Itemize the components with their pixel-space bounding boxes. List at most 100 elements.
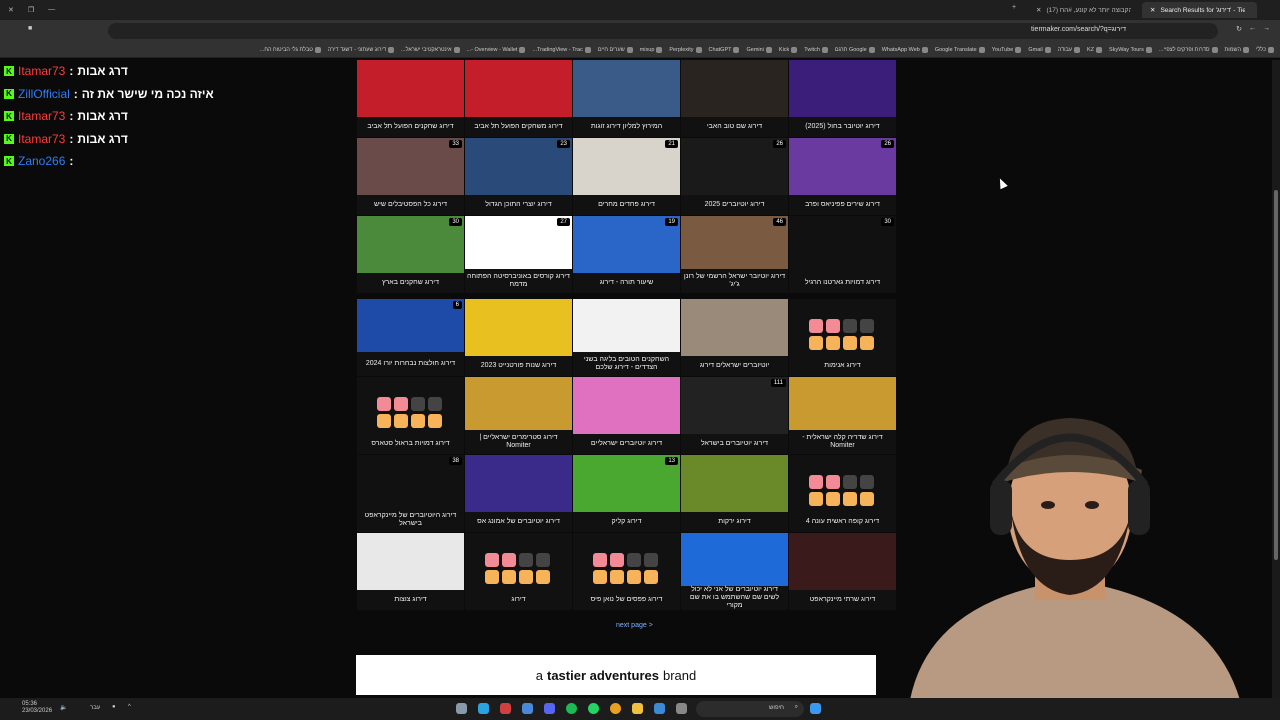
language-indicator[interactable]: עבר [90, 705, 100, 711]
bookmark-item[interactable]: SkyWay Tours [1109, 46, 1152, 53]
tierlist-card[interactable]: דירוג יוטיוברים של אמונג אס [465, 455, 572, 532]
bookmark-item[interactable]: כללי [1256, 46, 1274, 53]
forward-icon[interactable]: → [1263, 25, 1270, 32]
chat-username[interactable]: Itamar73 [18, 132, 65, 146]
reload-icon[interactable]: ↻ [1236, 25, 1242, 33]
tierlist-card[interactable]: דירוג אנימות [789, 299, 896, 376]
whatsapp-icon[interactable] [588, 703, 599, 714]
tierlist-card[interactable]: דירוג סטרימרים ישראליים | Nomiter [465, 377, 572, 454]
bookmark-item[interactable]: WhatsApp Web [882, 46, 928, 53]
chrome-icon[interactable] [610, 703, 621, 714]
chat-username[interactable]: Itamar73 [18, 64, 65, 78]
tierlist-card[interactable]: דירוג יוטיוברים של אני לא יכול לשים שם ש… [681, 533, 788, 610]
bookmark-item[interactable]: Gemini [746, 46, 772, 53]
tierlist-card[interactable]: 30 דירוג שחקנים בארץ [357, 216, 464, 293]
tierlist-card[interactable]: 6 דירוג חולצות נבחרות יורו 2024 [357, 299, 464, 376]
bookmark-item[interactable]: Perplexity [669, 46, 702, 53]
taskbar-search[interactable]: חיפוש ⌕ [696, 701, 804, 717]
mic-icon[interactable]: ● [112, 704, 116, 710]
bookmark-item[interactable]: השמות [1225, 46, 1250, 53]
chat-separator: : [69, 64, 74, 79]
tray-expand-icon[interactable]: ^ [128, 704, 131, 710]
tierlist-card[interactable]: 111 דירוג יוטיוברים בישראל [681, 377, 788, 454]
tierlist-card[interactable]: 23 דירוג יוצרי התוכן הגדול [465, 138, 572, 215]
bookmark-item[interactable]: ChatGPT [709, 46, 740, 53]
tierlist-card[interactable]: 46 דירוג יוטיובר ישראל הרשמי של רונן ג'יג… [681, 216, 788, 293]
tierlist-card[interactable]: 27 דירוג קורסים באוניברסיטה הפתוחה מדמח [465, 216, 572, 293]
tierlist-thumbnail [789, 60, 896, 118]
page-scrollbar[interactable] [1272, 60, 1280, 700]
tierlist-card[interactable]: 26 דירוג יוטיוברים 2025 [681, 138, 788, 215]
tierlist-card[interactable]: השחקנים הטובים בליגה בשני הצדדים - דירוג… [573, 299, 680, 376]
tierlist-card[interactable]: המירוץ למליון דירוג זוגות [573, 60, 680, 137]
bookmark-item[interactable]: טבלת גלי הביטוח הח... [260, 46, 321, 53]
bookmark-item[interactable]: Overview - Wallet -... [467, 46, 526, 53]
clock[interactable]: 05:36 23/03/2026 [22, 701, 52, 715]
tierlist-card[interactable]: דירוג פפסים של נואן פיס [573, 533, 680, 610]
bookmark-item[interactable]: Google Translate [935, 46, 985, 53]
notepad-icon[interactable] [522, 703, 533, 714]
bookmark-item[interactable]: YouTube [992, 46, 1022, 53]
chat-username[interactable]: ZillOfficial [18, 87, 70, 101]
bookmark-item[interactable]: KZ [1087, 46, 1103, 53]
tab-twitter[interactable]: ✕ (17) הקבוצה יותר לא קונע, #הח... [1028, 2, 1140, 18]
tierlist-card[interactable]: דירוג צוצות [357, 533, 464, 610]
tierlist-card[interactable]: 21 דירוג פחדים מחרים [573, 138, 680, 215]
tierlist-card[interactable]: דירוג שנות פורטנייט 2023 [465, 299, 572, 376]
spotify-icon[interactable] [566, 703, 577, 714]
tierlist-card[interactable]: דירוג דמויות בראול סטארס [357, 377, 464, 454]
settings-icon[interactable] [456, 703, 467, 714]
tierlist-card[interactable]: דירוג [465, 533, 572, 610]
tierlist-card[interactable]: דירוג שם טוב האבי [681, 60, 788, 137]
tier-count-badge: 33 [449, 140, 462, 148]
bookmark-item[interactable]: דירוג שעתוני - דשגד דירה [328, 46, 395, 53]
chat-username[interactable]: Itamar73 [18, 109, 65, 123]
telegram-icon[interactable] [478, 703, 489, 714]
bookmark-item[interactable]: סדרות ופרקים לצפיי... [1159, 46, 1218, 53]
tierlist-card[interactable]: יוטיוברים ישראלים דירוג [681, 299, 788, 376]
tierlist-card[interactable]: 19 שיעור תורה - דירוג [573, 216, 680, 293]
tierlist-card[interactable]: דירוג יוטיוברים ישראליים [573, 377, 680, 454]
tierlist-card[interactable]: דירוג ירקות [681, 455, 788, 532]
tierlist-card[interactable]: דירוג שחקנים הפועל תל אביב [357, 60, 464, 137]
extensions-icon[interactable]: ■ [28, 25, 32, 32]
bookmark-item[interactable]: Kick [779, 46, 798, 53]
file-explorer-icon[interactable] [632, 703, 643, 714]
bookmark-favicon-icon [791, 46, 798, 53]
tierlist-card[interactable]: דירוג משחקים הפועל תל אביב [465, 60, 572, 137]
tierlist-card[interactable]: 30 דירוג דמויות גארטנו הרגיל [789, 216, 896, 293]
close-tab-icon[interactable]: ✕ [1036, 6, 1041, 14]
new-tab-button[interactable]: + [1012, 4, 1016, 11]
tab-tiermaker[interactable]: ✕ Search Results for 'דירוג' - Tier... [1142, 2, 1257, 18]
chat-username[interactable]: Zano266 [18, 154, 65, 168]
bookmark-item[interactable]: Gmail [1028, 46, 1051, 53]
tierlist-card[interactable]: דירוג יוטיובר בחול (2025) [789, 60, 896, 137]
back-icon[interactable]: ← [1249, 25, 1256, 32]
bookmark-item[interactable]: אינטראקטיבי ישראל... [401, 46, 460, 53]
next-page-link[interactable]: next page > [616, 622, 653, 629]
bookmark-item[interactable]: Google תרגם [835, 46, 875, 53]
discord-icon[interactable] [544, 703, 555, 714]
restore-window-icon[interactable]: ❐ [28, 6, 34, 14]
tierlist-card[interactable]: 13 דירוג קליק [573, 455, 680, 532]
app-icon[interactable] [500, 703, 511, 714]
tierlist-card[interactable]: 33 דירוג כל הפסטיבלים שיש [357, 138, 464, 215]
bookmark-item[interactable]: Twitch [804, 46, 828, 53]
task-view-icon[interactable] [676, 703, 687, 714]
close-window-icon[interactable]: ✕ [8, 6, 14, 14]
bookmark-favicon-icon [519, 46, 526, 53]
volume-icon[interactable]: 🔈 [60, 704, 67, 711]
bookmark-item[interactable]: עבודה [1058, 46, 1081, 53]
start-icon[interactable] [810, 703, 821, 714]
address-bar[interactable]: tiermaker.com/search/?q=דירוג [108, 23, 1218, 39]
tierlist-card[interactable]: 26 דירוג שירים פפיניאס ופרב [789, 138, 896, 215]
bookmark-item[interactable]: mixup [640, 46, 663, 53]
bookmark-item[interactable]: שערים חיים [598, 46, 633, 53]
minimize-window-icon[interactable]: — [48, 6, 55, 14]
scrollbar-thumb[interactable] [1274, 190, 1278, 560]
close-tab-icon[interactable]: ✕ [1150, 6, 1155, 14]
bookmark-item[interactable]: TradingView - Trac... [532, 46, 591, 53]
tierlist-card[interactable]: 38 דירוג היוטיוברים של מיינקראפט בישראל [357, 455, 464, 532]
photos-icon[interactable] [654, 703, 665, 714]
ad-banner[interactable]: a tastier adventures brand [356, 655, 876, 695]
